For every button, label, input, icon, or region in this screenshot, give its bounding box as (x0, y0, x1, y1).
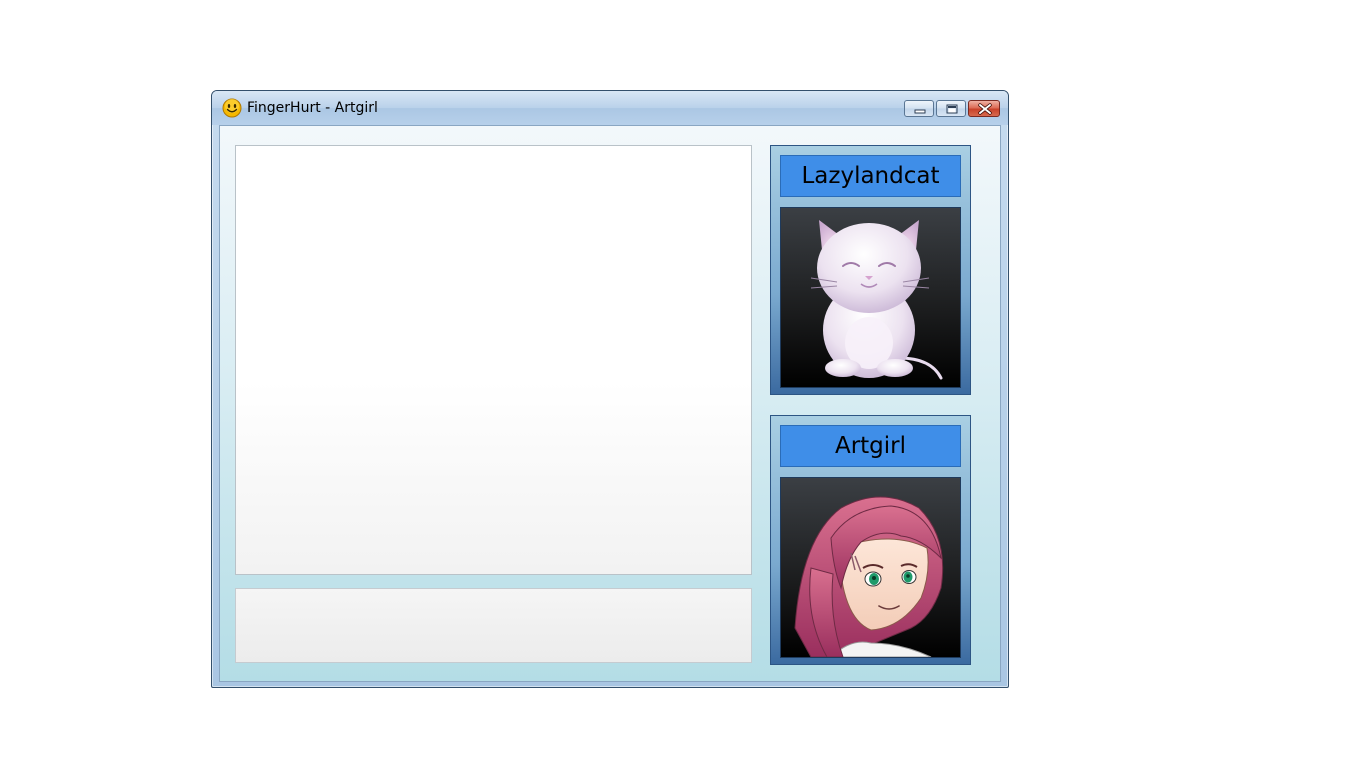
maximize-icon (946, 104, 958, 114)
contact-avatar (780, 477, 961, 658)
minimize-icon (914, 109, 926, 114)
contact-name: Artgirl (780, 425, 961, 467)
window-client-area: Lazylandcat Artgirl (219, 125, 1001, 682)
window-title: FingerHurt - Artgirl (247, 100, 378, 116)
close-button[interactable] (968, 100, 1000, 117)
minimize-button[interactable] (904, 100, 934, 117)
contact-name: Lazylandcat (780, 155, 961, 197)
contact-avatar (780, 207, 961, 388)
chat-log[interactable] (235, 145, 752, 575)
maximize-button[interactable] (936, 100, 966, 117)
anime-girl-avatar (794, 496, 944, 657)
close-icon (978, 103, 992, 115)
smiley-face-icon (222, 98, 242, 118)
message-input[interactable] (235, 588, 752, 663)
contact-card-self: Artgirl (770, 415, 971, 665)
title-bar[interactable]: FingerHurt - Artgirl (212, 91, 1008, 125)
chat-window: FingerHurt - Artgirl Lazylandcat Artgirl (211, 90, 1009, 688)
caption-buttons (904, 100, 1000, 118)
contact-card-remote: Lazylandcat (770, 145, 971, 395)
white-cat-avatar (810, 220, 943, 380)
